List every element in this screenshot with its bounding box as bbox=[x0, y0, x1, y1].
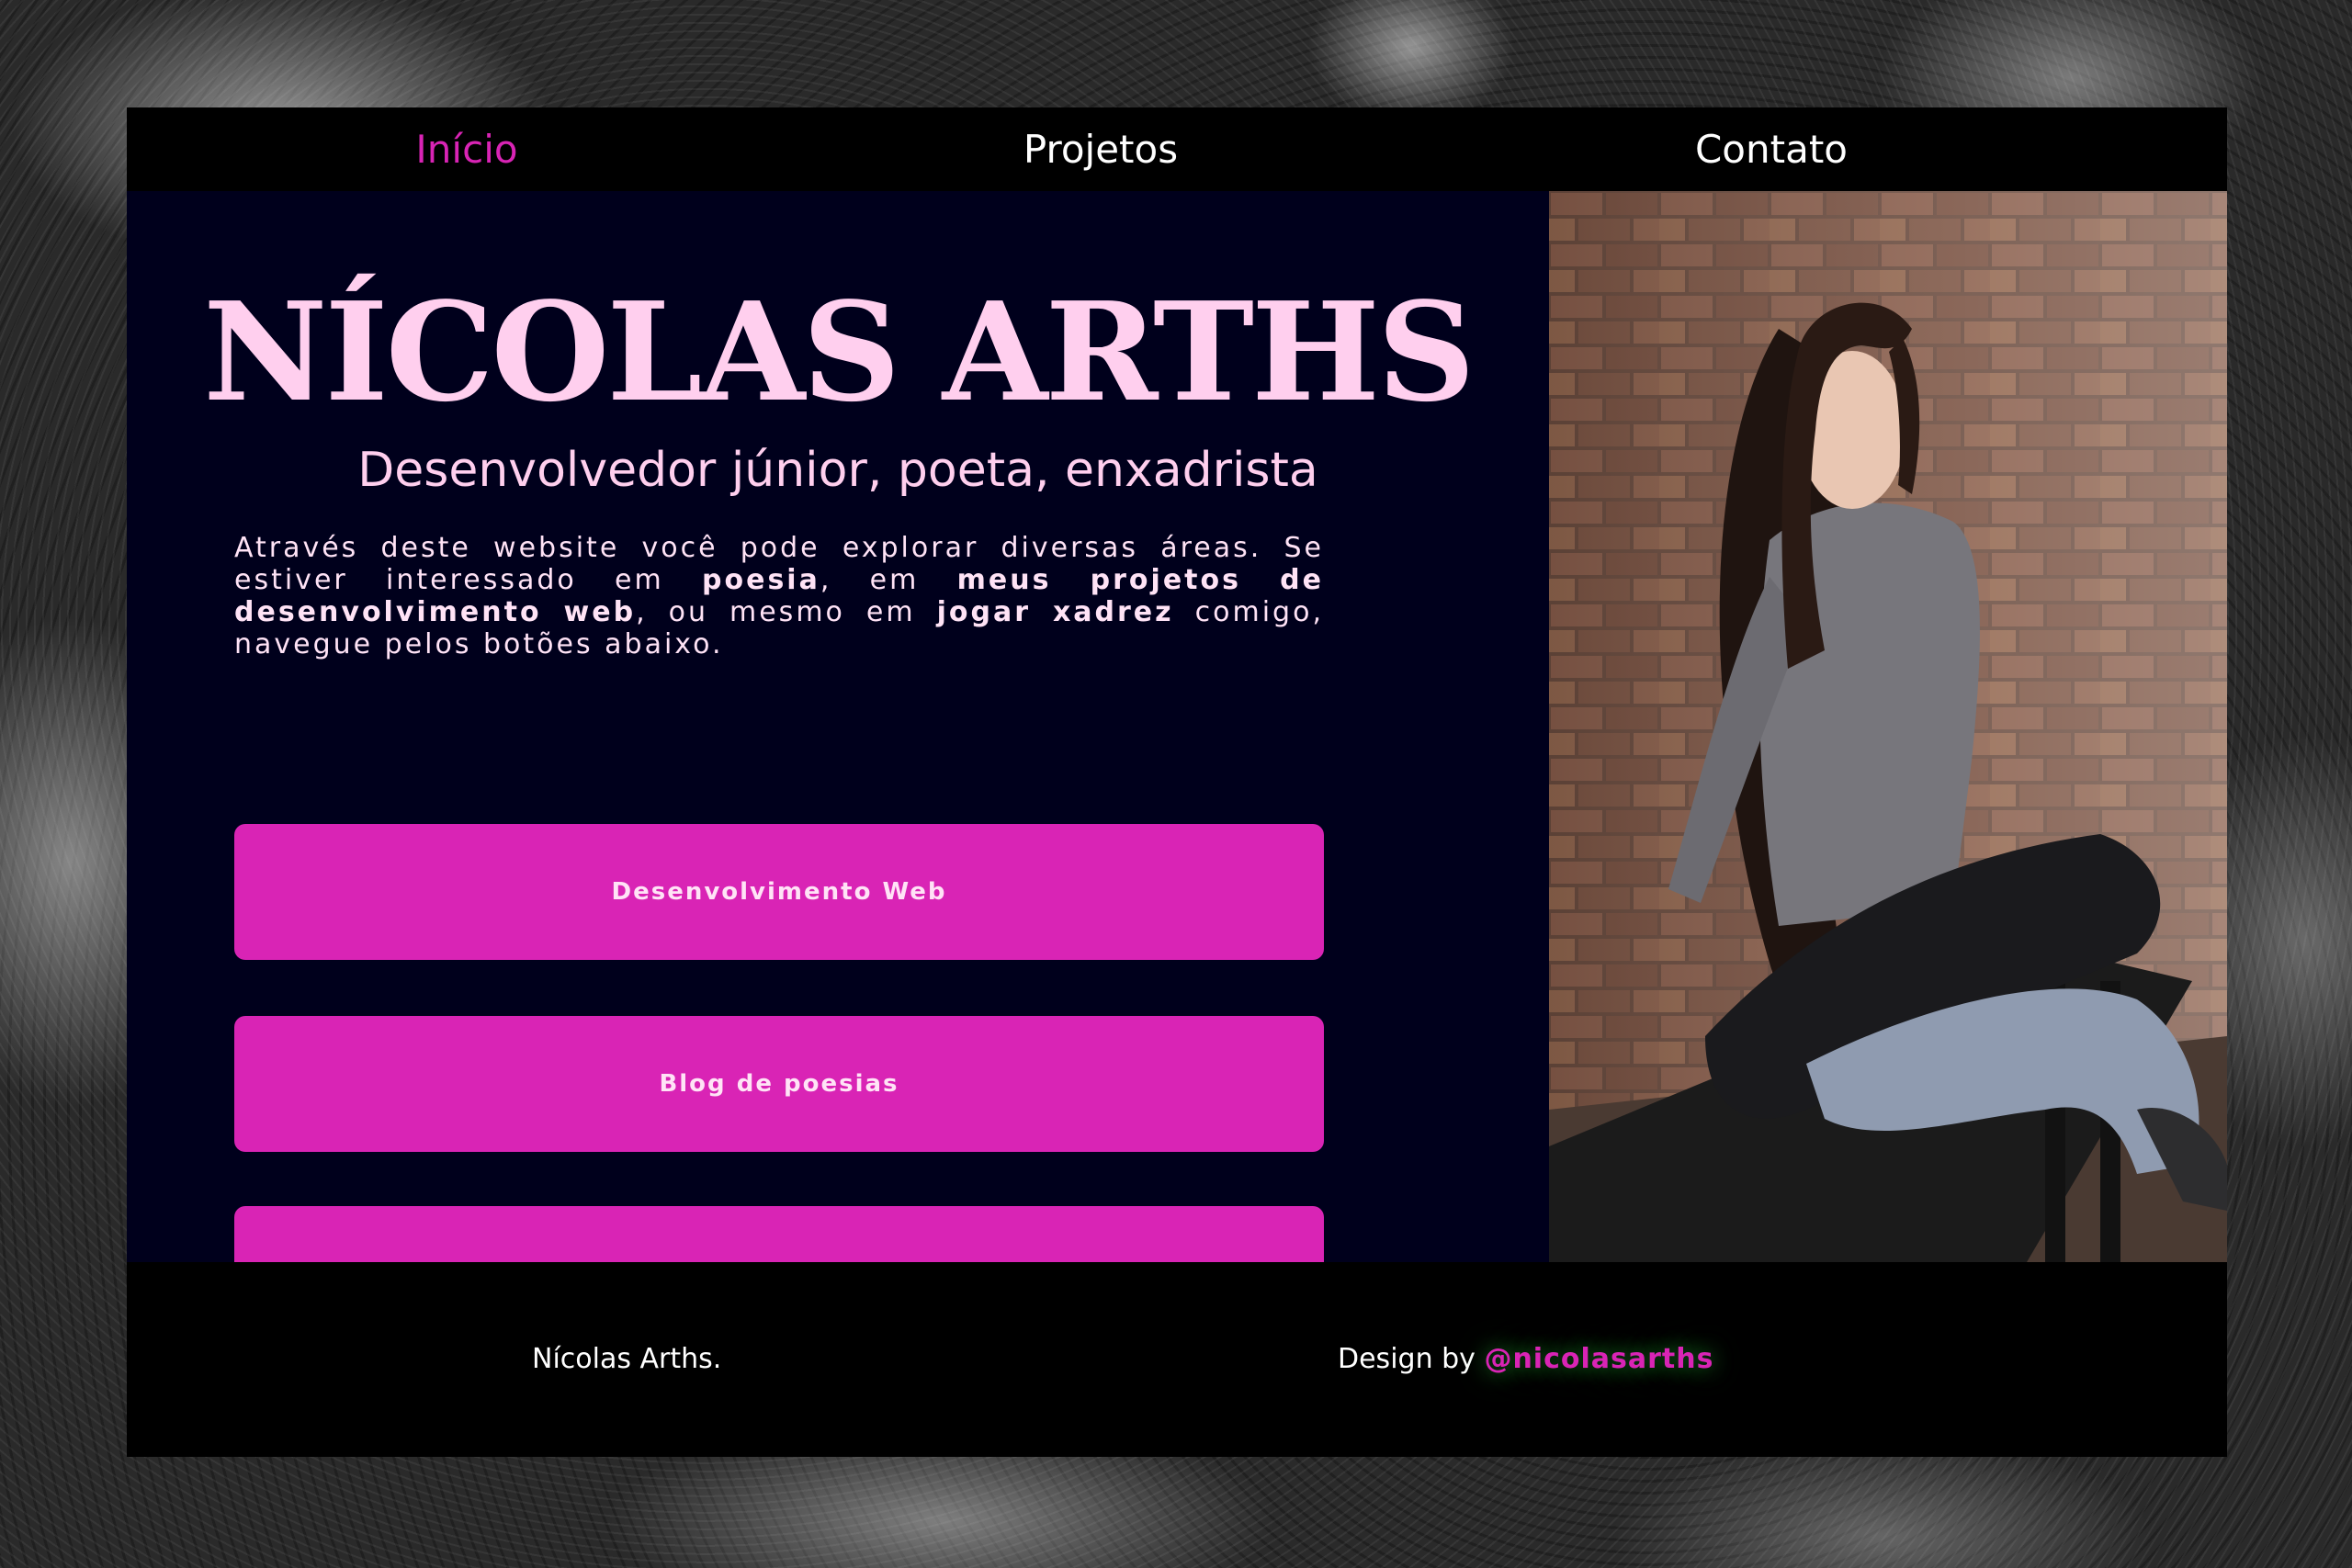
site-footer: Nícolas Arths. Design by @nicolasarths bbox=[127, 1262, 2227, 1457]
intro-text-3: , ou mesmo em bbox=[636, 596, 937, 628]
footer-author-name: Nícolas Arths. bbox=[532, 1343, 722, 1375]
page-title: NÍCOLAS ARTHS bbox=[203, 272, 1476, 432]
intro-text-2: , em bbox=[820, 564, 957, 596]
footer-credit-prefix: Design by bbox=[1338, 1343, 1485, 1375]
footer-credit: Design by @nicolasarths bbox=[1338, 1262, 1713, 1457]
intro-highlight-xadrez: jogar xadrez bbox=[936, 596, 1174, 628]
footer-handle-link[interactable]: @nicolasarths bbox=[1484, 1343, 1713, 1375]
nav-item-contato[interactable]: Contato bbox=[1652, 107, 1891, 191]
top-nav: Início Projetos Contato bbox=[127, 107, 2227, 191]
profile-photo bbox=[1549, 191, 2227, 1262]
hero-intro: Através deste website você pode explorar… bbox=[234, 532, 1324, 660]
web-development-button[interactable]: Desenvolvimento Web bbox=[234, 824, 1324, 960]
hero-subtitle: Desenvolvedor júnior, poeta, enxadrista bbox=[357, 443, 1318, 498]
nav-item-projetos[interactable]: Projetos bbox=[981, 107, 1220, 191]
nav-item-inicio[interactable]: Início bbox=[356, 107, 577, 191]
hero-section: NÍCOLAS ARTHS Desenvolvedor júnior, poet… bbox=[127, 191, 1549, 1342]
poetry-blog-button[interactable]: Blog de poesias bbox=[234, 1016, 1324, 1152]
page-frame: Início Projetos Contato NÍCOLAS ARTHS De… bbox=[127, 107, 2227, 1457]
intro-highlight-poesia: poesia bbox=[702, 564, 820, 596]
